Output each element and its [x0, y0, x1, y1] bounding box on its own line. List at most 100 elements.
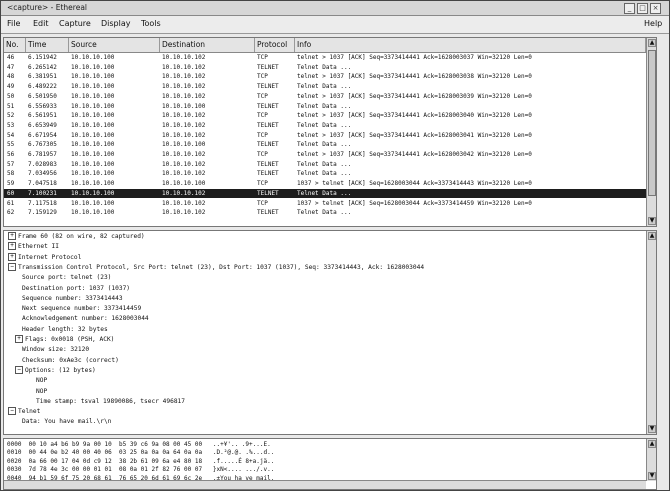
- detail-tree-item[interactable]: Next sequence number: 3373414459: [22, 304, 141, 314]
- menu-bar: File Edit Capture Display Tools Help: [1, 16, 669, 34]
- column-header-source[interactable]: Source: [69, 38, 160, 52]
- packet-cell-proto: TELNET: [257, 189, 279, 197]
- scroll-down-arrow-icon[interactable]: ▼: [648, 472, 656, 480]
- packet-list-scrollbar[interactable]: ▲ ▼: [646, 38, 656, 226]
- detail-tree-item[interactable]: − Options: (12 bytes): [15, 365, 96, 376]
- scroll-up-arrow-icon[interactable]: ▲: [648, 440, 656, 448]
- packet-cell-src: 10.10.10.100: [71, 121, 115, 129]
- detail-tree-item[interactable]: Sequence number: 3373414443: [22, 294, 123, 304]
- detail-tree-item[interactable]: Window size: 32120: [22, 345, 89, 355]
- hex-dump-pane: 0000 00 10 a4 b6 b9 9a 00 10 b5 39 c6 9a…: [3, 438, 657, 490]
- minimize-button[interactable]: _: [624, 3, 635, 14]
- packet-row[interactable]: 46 6.151942 10.10.10.100 10.10.10.102 TCP tel…: [4, 53, 646, 62]
- scroll-down-arrow-icon[interactable]: ▼: [648, 425, 656, 433]
- packet-row[interactable]: 49 6.489222 10.10.10.100 10.10.10.102 TELNET…: [4, 82, 646, 91]
- maximize-button[interactable]: □: [637, 3, 648, 14]
- expand-icon[interactable]: +: [8, 232, 16, 240]
- column-header-info[interactable]: Info: [295, 38, 646, 52]
- close-button[interactable]: ×: [650, 3, 661, 14]
- packet-row[interactable]: 58 7.034956 10.10.10.100 10.10.10.102 TELNET…: [4, 169, 646, 178]
- packet-cell-proto: TELNET: [257, 170, 279, 178]
- packet-row[interactable]: 48 6.381951 10.10.10.100 10.10.10.102 TCP tel…: [4, 72, 646, 81]
- column-header-destination[interactable]: Destination: [160, 38, 255, 52]
- packet-row[interactable]: 62 7.159129 10.10.10.100 10.10.10.102 TELNET…: [4, 208, 646, 217]
- menu-capture[interactable]: Capture: [59, 19, 91, 28]
- expand-icon[interactable]: +: [8, 252, 16, 261]
- menu-tools[interactable]: Tools: [141, 19, 161, 28]
- collapse-icon[interactable]: −: [8, 262, 16, 271]
- detail-tree-item[interactable]: Header length: 32 bytes: [22, 325, 108, 335]
- details-scrollbar[interactable]: ▲ ▼: [646, 231, 656, 434]
- window-title: <capture> - Ethereal: [7, 3, 88, 12]
- packet-row[interactable]: 54 6.671954 10.10.10.100 10.10.10.102 TCP tel…: [4, 131, 646, 140]
- scroll-up-arrow-icon[interactable]: ▲: [648, 232, 656, 240]
- packet-cell-dst: 10.10.10.102: [162, 121, 206, 129]
- packet-row[interactable]: 55 6.767305 10.10.10.100 10.10.10.100 TELNET…: [4, 140, 646, 149]
- hex-horizontal-scrollbar[interactable]: [4, 480, 646, 489]
- packet-cell-no: 48: [7, 73, 15, 81]
- detail-tree-item[interactable]: + Frame 60 (82 on wire, 82 captured): [8, 232, 145, 242]
- packet-cell-info: Telnet Data ...: [297, 83, 352, 91]
- detail-tree-label: NOP: [36, 387, 48, 395]
- detail-tree-label: Flags: 0x0018 (PSH, ACK): [25, 336, 115, 343]
- packet-cell-time: 7.047518: [28, 180, 57, 188]
- packet-cell-proto: TCP: [257, 92, 268, 100]
- packet-cell-dst: 10.10.10.102: [162, 63, 206, 71]
- packet-cell-info: telnet > 1037 [ACK] Seq=3373414441 Ack=1…: [297, 151, 532, 158]
- packet-row[interactable]: 56 6.781957 10.10.10.100 10.10.10.102 TCP tel…: [4, 150, 646, 159]
- packet-cell-time: 6.653949: [28, 121, 57, 129]
- packet-row-selected[interactable]: 60 7.100231 10.10.10.100 10.10.10.102 TELNET…: [4, 188, 646, 198]
- packet-cell-dst: 10.10.10.102: [162, 189, 206, 197]
- collapse-icon[interactable]: −: [8, 407, 16, 416]
- detail-tree-item[interactable]: + Internet Protocol: [8, 252, 81, 263]
- detail-tree-item[interactable]: Source port: telnet (23): [22, 273, 111, 283]
- detail-tree-item[interactable]: Data: You have mail.\r\n: [22, 417, 111, 427]
- packet-cell-time: 7.100231: [28, 189, 57, 197]
- scroll-up-arrow-icon[interactable]: ▲: [648, 39, 656, 47]
- packet-cell-time: 6.151942: [28, 54, 57, 61]
- expand-icon[interactable]: +: [15, 335, 23, 343]
- column-header-protocol[interactable]: Protocol: [255, 38, 295, 52]
- menu-edit[interactable]: Edit: [33, 19, 49, 28]
- packet-cell-dst: 10.10.10.102: [162, 131, 206, 139]
- detail-tree-item[interactable]: Acknowledgement number: 1628003044: [22, 314, 149, 324]
- packet-cell-dst: 10.10.10.102: [162, 92, 206, 100]
- menu-help[interactable]: Help: [644, 19, 662, 28]
- menu-file[interactable]: File: [7, 19, 20, 28]
- detail-tree-label: NOP: [36, 377, 48, 385]
- detail-tree-item[interactable]: − Transmission Control Protocol, Src Port…: [8, 262, 424, 273]
- detail-tree-label: Sequence number: 3373414443: [22, 294, 123, 302]
- column-header-time[interactable]: Time: [26, 38, 69, 52]
- scroll-down-arrow-icon[interactable]: ▼: [648, 217, 656, 225]
- detail-tree-item[interactable]: NOP: [36, 376, 47, 386]
- menu-display[interactable]: Display: [101, 19, 131, 28]
- expand-icon[interactable]: +: [8, 242, 16, 251]
- packet-row[interactable]: 53 6.653949 10.10.10.100 10.10.10.102 TELNET…: [4, 121, 646, 130]
- packet-row[interactable]: 61 7.117518 10.10.10.100 10.10.10.102 TCP 103…: [4, 199, 646, 208]
- detail-tree-item[interactable]: Time stamp: tsval 19890086, tsecr 496817: [36, 397, 185, 407]
- packet-row[interactable]: 47 6.265142 10.10.10.100 10.10.10.102 TELNET…: [4, 63, 646, 72]
- packet-cell-src: 10.10.10.100: [71, 199, 115, 207]
- packet-row[interactable]: 59 7.047518 10.10.10.100 10.10.10.100 TCP 103…: [4, 179, 646, 188]
- packet-row[interactable]: 57 7.028983 10.10.10.100 10.10.10.102 TELNET…: [4, 160, 646, 169]
- column-header-no[interactable]: No.: [4, 38, 26, 52]
- packet-row[interactable]: 51 6.556933 10.10.10.100 10.10.10.100 TELNET…: [4, 102, 646, 111]
- detail-tree-item[interactable]: Destination port: 1037 (1037): [22, 284, 130, 294]
- detail-tree-item[interactable]: + Flags: 0x0018 (PSH, ACK): [15, 335, 114, 345]
- detail-tree-item[interactable]: Checksum: 0xAe3c (correct): [22, 356, 119, 366]
- hex-scrollbar[interactable]: ▲ ▼: [646, 439, 656, 481]
- packet-cell-dst: 10.10.10.102: [162, 160, 206, 168]
- packet-cell-dst: 10.10.10.102: [162, 170, 206, 178]
- detail-tree-item[interactable]: NOP: [36, 387, 47, 397]
- packet-cell-no: 62: [7, 209, 15, 217]
- packet-cell-proto: TELNET: [257, 83, 279, 91]
- packet-cell-dst: 10.10.10.102: [162, 151, 206, 158]
- packet-cell-proto: TCP: [257, 73, 268, 81]
- detail-tree-item[interactable]: + Ethernet II: [8, 242, 59, 252]
- packet-row[interactable]: 52 6.561951 10.10.10.100 10.10.10.102 TCP tel…: [4, 111, 646, 120]
- collapse-icon[interactable]: −: [15, 365, 23, 374]
- packet-row[interactable]: 50 6.501950 10.10.10.100 10.10.10.102 TCP tel…: [4, 92, 646, 101]
- detail-tree-item[interactable]: − Telnet: [8, 407, 40, 417]
- packet-cell-info: telnet > 1037 [ACK] Seq=3373414441 Ack=1…: [297, 92, 532, 100]
- scroll-thumb[interactable]: [648, 50, 656, 196]
